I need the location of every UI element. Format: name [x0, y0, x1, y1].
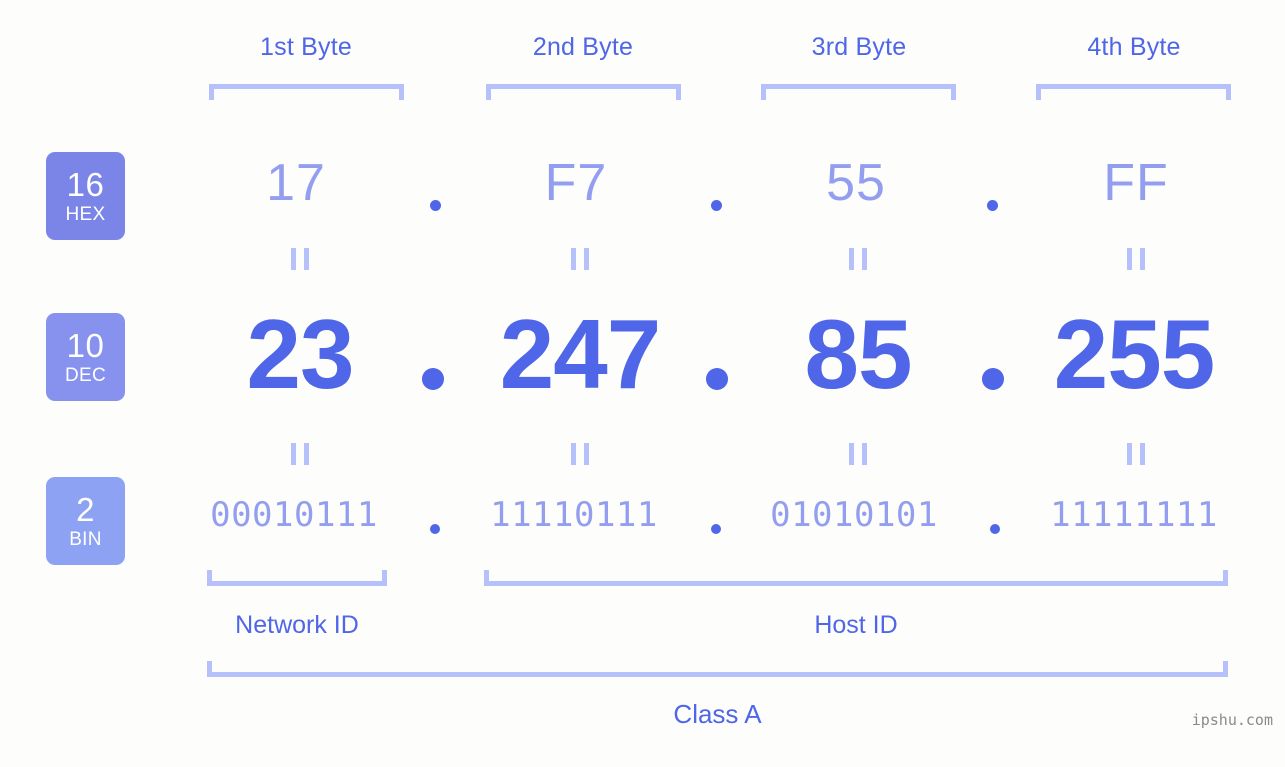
ip-address-diagram: 1st Byte 2nd Byte 3rd Byte 4th Byte 16 H…: [0, 0, 1285, 767]
byte-header-1: 1st Byte: [260, 33, 352, 61]
byte-header-3: 3rd Byte: [811, 33, 907, 61]
network-id-bracket: [207, 570, 387, 586]
base-badge-hex-name: HEX: [65, 204, 106, 225]
base-badge-bin-name: BIN: [69, 529, 102, 550]
class-bracket: [207, 661, 1228, 677]
bin-value-4: 11111111: [1050, 495, 1218, 535]
equals-icon-hex-dec-3: [849, 248, 867, 270]
equals-icon-dec-bin-3: [849, 443, 867, 465]
hex-value-1: 17: [266, 154, 326, 212]
base-badge-bin: 2 BIN: [46, 477, 125, 565]
hex-separator-dot-2: [711, 200, 722, 211]
equals-icon-dec-bin-2: [571, 443, 589, 465]
hex-separator-dot-3: [987, 200, 998, 211]
dec-separator-dot-3: [982, 368, 1004, 390]
bin-value-1: 00010111: [210, 495, 378, 535]
dec-value-3: 85: [804, 299, 912, 409]
bin-separator-dot-1: [430, 524, 440, 534]
hex-value-4: FF: [1103, 154, 1169, 212]
class-label: Class A: [673, 699, 762, 729]
base-badge-dec-name: DEC: [64, 365, 106, 386]
byte-bracket-1: [209, 84, 404, 100]
hex-value-2: F7: [544, 154, 608, 212]
bin-separator-dot-2: [711, 524, 721, 534]
byte-header-2: 2nd Byte: [532, 33, 634, 61]
site-watermark: ipshu.com: [1191, 711, 1273, 729]
base-badge-bin-number: 2: [76, 491, 95, 528]
base-badge-dec-number: 10: [66, 327, 105, 364]
hex-value-3: 55: [826, 154, 886, 212]
equals-icon-dec-bin-4: [1127, 443, 1145, 465]
host-id-label: Host ID: [814, 611, 898, 639]
host-id-bracket: [484, 570, 1228, 586]
dec-value-1: 23: [246, 299, 354, 409]
network-id-label: Network ID: [235, 611, 359, 639]
equals-icon-hex-dec-4: [1127, 248, 1145, 270]
bin-value-2: 11110111: [490, 495, 658, 535]
base-badge-hex: 16 HEX: [46, 152, 125, 240]
hex-separator-dot-1: [430, 200, 441, 211]
byte-bracket-2: [486, 84, 681, 100]
bin-separator-dot-3: [990, 524, 1000, 534]
bin-value-3: 01010101: [770, 495, 938, 535]
base-badge-dec: 10 DEC: [46, 313, 125, 401]
dec-value-4: 255: [1053, 299, 1216, 409]
equals-icon-dec-bin-1: [291, 443, 309, 465]
byte-bracket-3: [761, 84, 956, 100]
dec-value-2: 247: [499, 299, 662, 409]
dec-separator-dot-1: [422, 368, 444, 390]
dec-separator-dot-2: [706, 368, 728, 390]
byte-bracket-4: [1036, 84, 1231, 100]
base-badge-hex-number: 16: [66, 166, 105, 203]
equals-icon-hex-dec-1: [291, 248, 309, 270]
equals-icon-hex-dec-2: [571, 248, 589, 270]
byte-header-4: 4th Byte: [1087, 33, 1181, 61]
